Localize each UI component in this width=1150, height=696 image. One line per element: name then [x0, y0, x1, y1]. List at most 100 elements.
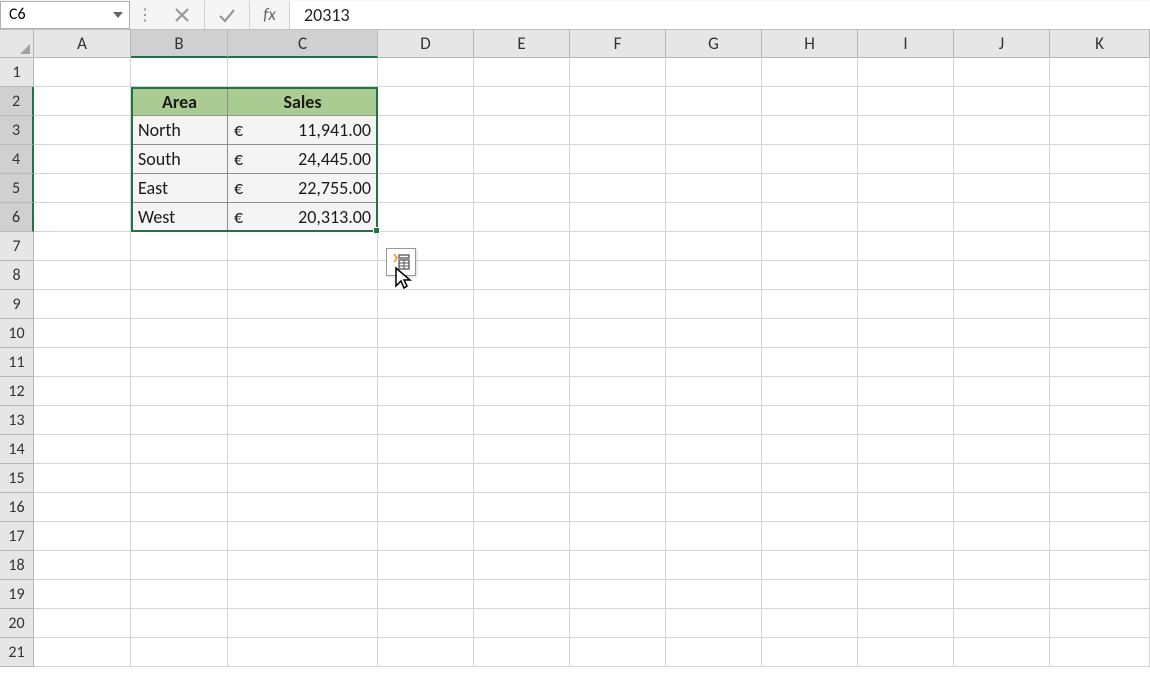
cell-I1[interactable]: [858, 58, 954, 87]
cell-G9[interactable]: [666, 290, 762, 319]
cell-J8[interactable]: [954, 261, 1050, 290]
cell-K13[interactable]: [1050, 406, 1150, 435]
cell-A10[interactable]: [34, 319, 131, 348]
cell-G16[interactable]: [666, 493, 762, 522]
cell-C4[interactable]: €24,445.00: [228, 145, 378, 174]
fx-label[interactable]: fx: [250, 1, 290, 29]
cell-G10[interactable]: [666, 319, 762, 348]
cell-B15[interactable]: [131, 464, 228, 493]
name-box[interactable]: C6: [0, 1, 130, 29]
select-all-corner[interactable]: [0, 30, 34, 58]
row-header-6[interactable]: 6: [0, 203, 34, 232]
cell-E14[interactable]: [474, 435, 570, 464]
cell-I16[interactable]: [858, 493, 954, 522]
cell-D15[interactable]: [378, 464, 474, 493]
cell-K19[interactable]: [1050, 580, 1150, 609]
cell-D18[interactable]: [378, 551, 474, 580]
cell-G18[interactable]: [666, 551, 762, 580]
cell-I3[interactable]: [858, 116, 954, 145]
cell-D4[interactable]: [378, 145, 474, 174]
cell-K21[interactable]: [1050, 638, 1150, 667]
cell-B14[interactable]: [131, 435, 228, 464]
cell-H13[interactable]: [762, 406, 858, 435]
cell-K12[interactable]: [1050, 377, 1150, 406]
cell-H7[interactable]: [762, 232, 858, 261]
cell-A4[interactable]: [34, 145, 131, 174]
formula-input[interactable]: 20313: [290, 1, 1150, 29]
cell-K14[interactable]: [1050, 435, 1150, 464]
cell-F11[interactable]: [570, 348, 666, 377]
cell-E7[interactable]: [474, 232, 570, 261]
cell-E1[interactable]: [474, 58, 570, 87]
cell-A1[interactable]: [34, 58, 131, 87]
cell-I14[interactable]: [858, 435, 954, 464]
cell-C15[interactable]: [228, 464, 378, 493]
cell-E15[interactable]: [474, 464, 570, 493]
cell-H5[interactable]: [762, 174, 858, 203]
column-header-D[interactable]: D: [378, 30, 474, 58]
cell-A5[interactable]: [34, 174, 131, 203]
cell-G17[interactable]: [666, 522, 762, 551]
cell-E6[interactable]: [474, 203, 570, 232]
cell-H20[interactable]: [762, 609, 858, 638]
cell-G7[interactable]: [666, 232, 762, 261]
cell-E19[interactable]: [474, 580, 570, 609]
cell-C20[interactable]: [228, 609, 378, 638]
row-header-13[interactable]: 13: [0, 406, 34, 435]
cell-I11[interactable]: [858, 348, 954, 377]
cell-H1[interactable]: [762, 58, 858, 87]
row-header-20[interactable]: 20: [0, 609, 34, 638]
cell-J10[interactable]: [954, 319, 1050, 348]
column-header-K[interactable]: K: [1050, 30, 1150, 58]
cell-E18[interactable]: [474, 551, 570, 580]
cell-A21[interactable]: [34, 638, 131, 667]
cell-A2[interactable]: [34, 87, 131, 116]
cell-I6[interactable]: [858, 203, 954, 232]
cell-H6[interactable]: [762, 203, 858, 232]
cell-B17[interactable]: [131, 522, 228, 551]
cell-I12[interactable]: [858, 377, 954, 406]
cell-B11[interactable]: [131, 348, 228, 377]
cell-C6[interactable]: €20,313.00: [228, 203, 378, 232]
cell-G15[interactable]: [666, 464, 762, 493]
cell-G6[interactable]: [666, 203, 762, 232]
cell-A13[interactable]: [34, 406, 131, 435]
row-header-10[interactable]: 10: [0, 319, 34, 348]
cell-B9[interactable]: [131, 290, 228, 319]
cell-F12[interactable]: [570, 377, 666, 406]
cell-I8[interactable]: [858, 261, 954, 290]
cell-F14[interactable]: [570, 435, 666, 464]
cell-B16[interactable]: [131, 493, 228, 522]
cell-H21[interactable]: [762, 638, 858, 667]
cell-J20[interactable]: [954, 609, 1050, 638]
cell-C8[interactable]: [228, 261, 378, 290]
cell-A8[interactable]: [34, 261, 131, 290]
cell-C10[interactable]: [228, 319, 378, 348]
cell-J14[interactable]: [954, 435, 1050, 464]
cell-F19[interactable]: [570, 580, 666, 609]
cell-I21[interactable]: [858, 638, 954, 667]
cell-K16[interactable]: [1050, 493, 1150, 522]
row-header-5[interactable]: 5: [0, 174, 34, 203]
cell-H14[interactable]: [762, 435, 858, 464]
column-header-H[interactable]: H: [762, 30, 858, 58]
column-header-F[interactable]: F: [570, 30, 666, 58]
row-header-11[interactable]: 11: [0, 348, 34, 377]
cell-C19[interactable]: [228, 580, 378, 609]
cell-H17[interactable]: [762, 522, 858, 551]
cell-H16[interactable]: [762, 493, 858, 522]
cell-H12[interactable]: [762, 377, 858, 406]
cell-G19[interactable]: [666, 580, 762, 609]
cell-F13[interactable]: [570, 406, 666, 435]
cell-G2[interactable]: [666, 87, 762, 116]
cell-G3[interactable]: [666, 116, 762, 145]
cell-I7[interactable]: [858, 232, 954, 261]
cell-B8[interactable]: [131, 261, 228, 290]
cell-B4[interactable]: South: [131, 145, 228, 174]
cell-E9[interactable]: [474, 290, 570, 319]
cell-F17[interactable]: [570, 522, 666, 551]
row-header-4[interactable]: 4: [0, 145, 34, 174]
cell-G13[interactable]: [666, 406, 762, 435]
cell-H11[interactable]: [762, 348, 858, 377]
cell-C21[interactable]: [228, 638, 378, 667]
